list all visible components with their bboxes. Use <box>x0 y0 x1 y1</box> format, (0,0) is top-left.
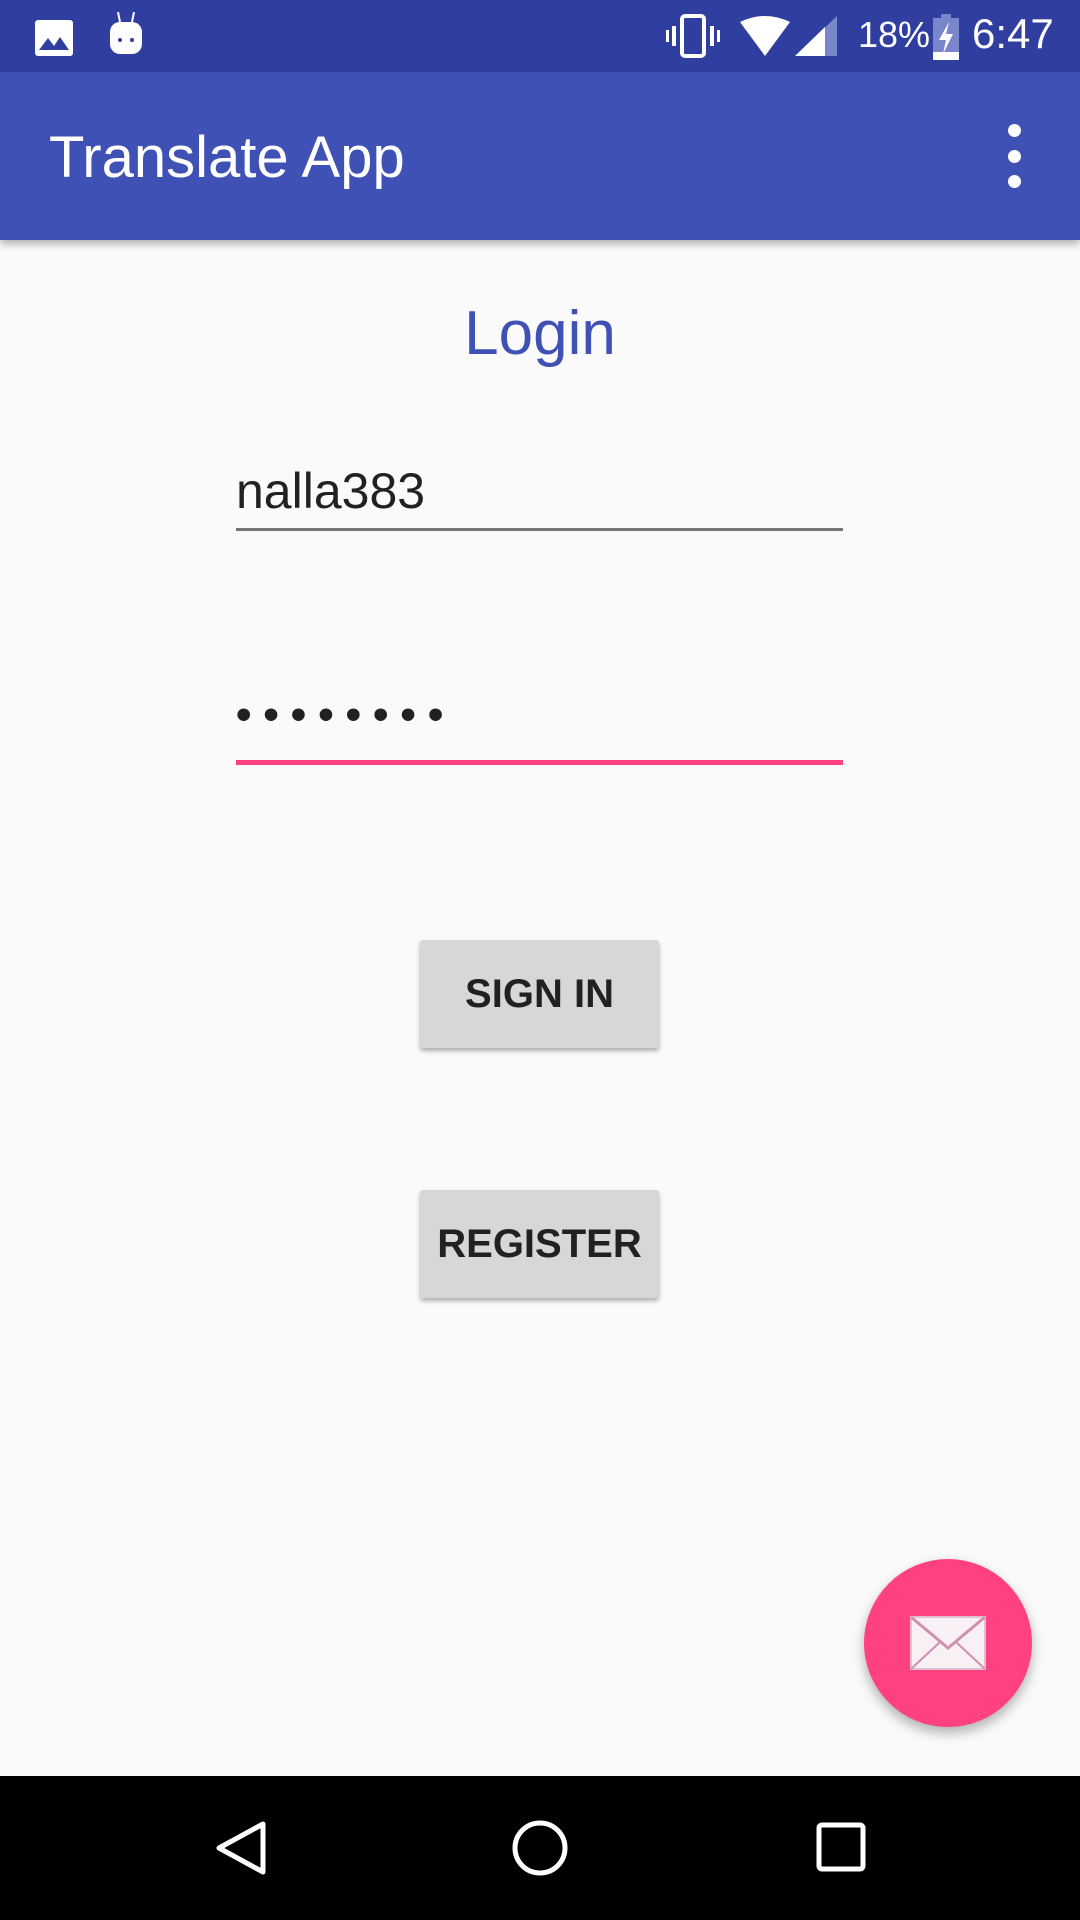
navigation-bar <box>0 1776 1080 1920</box>
battery-charging-icon <box>933 14 959 60</box>
status-bar: 18% 6:47 <box>0 0 1080 72</box>
android-notification-icon <box>110 12 142 54</box>
back-icon[interactable] <box>213 1820 269 1876</box>
battery-percent: 18% <box>858 14 931 55</box>
password-value[interactable]: •••••••• <box>236 690 843 750</box>
register-button[interactable]: REGISTER <box>420 1190 659 1298</box>
login-heading: Login <box>464 299 616 368</box>
username-field[interactable]: nalla383 <box>236 462 843 531</box>
image-notification-icon <box>35 20 73 56</box>
home-icon[interactable] <box>511 1820 568 1876</box>
app-bar: Translate App <box>0 72 1080 240</box>
overflow-menu-icon[interactable] <box>995 124 1033 188</box>
recents-icon[interactable] <box>815 1820 871 1876</box>
sign-in-button[interactable]: SIGN IN <box>420 940 659 1048</box>
signal-icon <box>795 16 837 56</box>
password-field[interactable]: •••••••• <box>236 690 843 765</box>
email-fab[interactable] <box>864 1559 1032 1727</box>
clock: 6:47 <box>972 10 1054 57</box>
username-value[interactable]: nalla383 <box>236 462 843 522</box>
mail-icon <box>910 1616 986 1670</box>
vibrate-icon <box>666 14 720 58</box>
app-title: Translate App <box>49 125 405 190</box>
wifi-icon <box>740 16 790 56</box>
